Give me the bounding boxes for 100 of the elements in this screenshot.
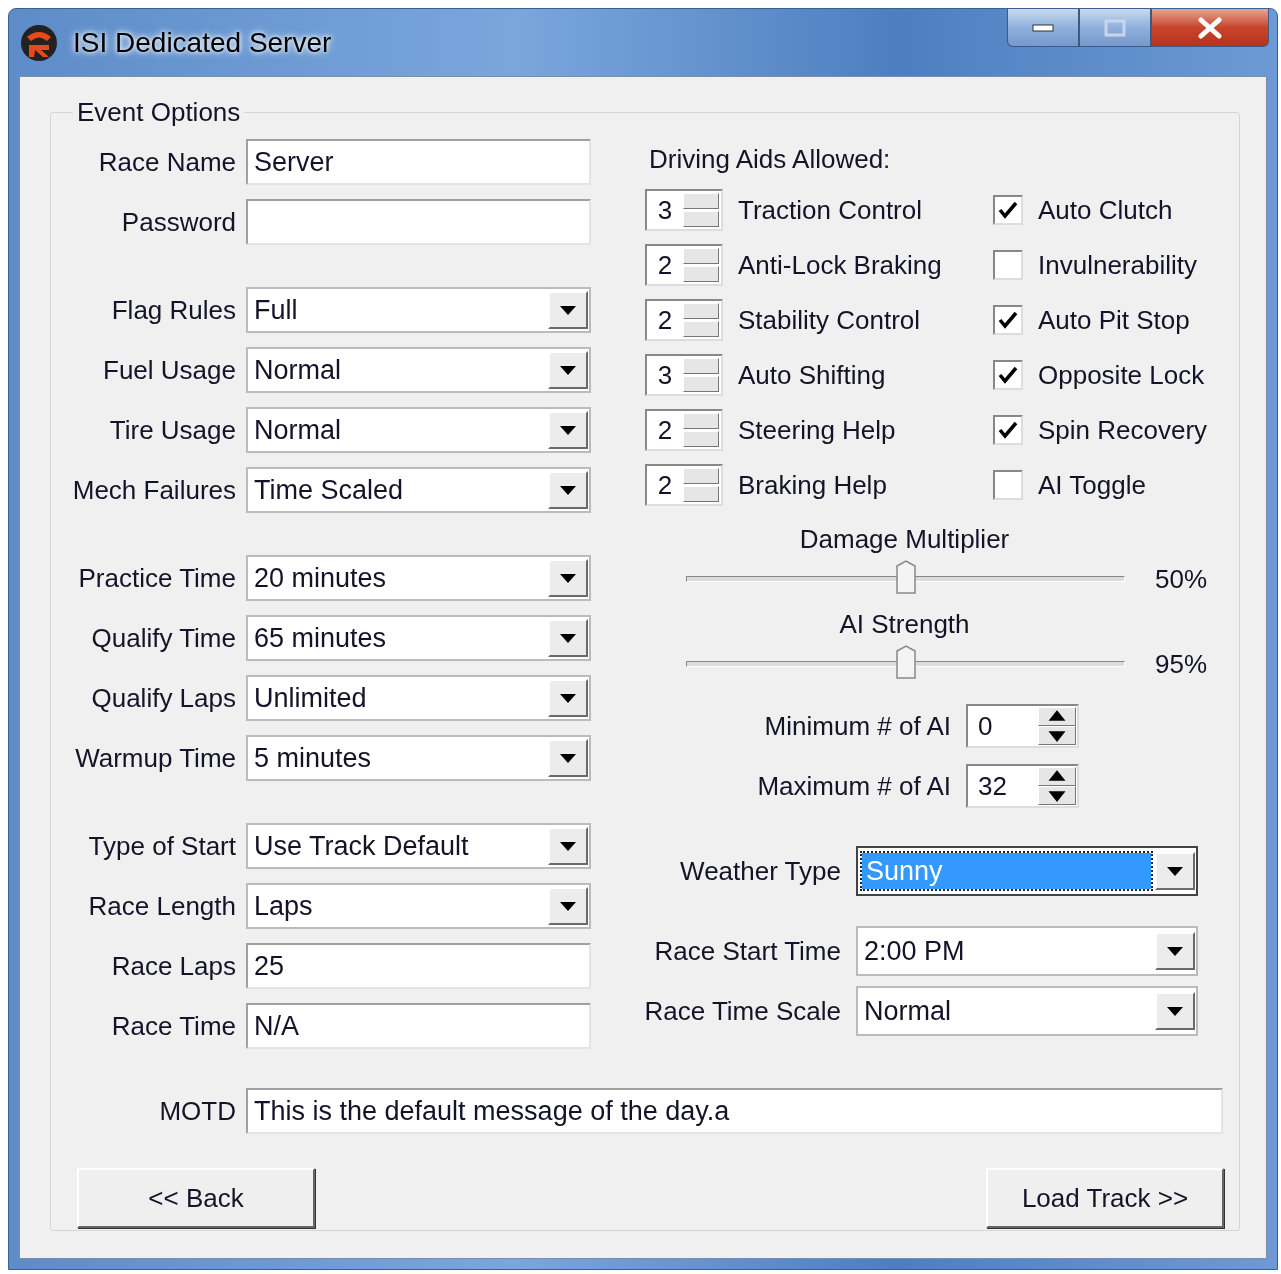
- dropdown-button[interactable]: [548, 887, 588, 925]
- spinner-field[interactable]: 2: [645, 464, 723, 506]
- dropdown-button[interactable]: [548, 411, 588, 449]
- text-field[interactable]: N/A: [246, 1003, 591, 1049]
- dropdown-field[interactable]: Laps: [246, 883, 591, 929]
- close-button[interactable]: [1151, 9, 1269, 47]
- dropdown-field[interactable]: Unlimited: [246, 675, 591, 721]
- dropdown-field[interactable]: 5 minutes: [246, 735, 591, 781]
- dialog-button[interactable]: Load Track >>: [986, 1168, 1224, 1228]
- dropdown-arrow-icon: [560, 305, 576, 315]
- dropdown-button[interactable]: [548, 291, 588, 329]
- checkbox-label: Spin Recovery: [1038, 414, 1209, 446]
- field-label: Qualify Laps: [90, 682, 236, 714]
- text-field[interactable]: Server: [246, 139, 591, 185]
- field-label: Password: [120, 206, 236, 238]
- dropdown-field[interactable]: 65 minutes: [246, 615, 591, 661]
- slider-value: 50%: [1155, 563, 1208, 595]
- dropdown-button[interactable]: [1155, 932, 1195, 970]
- app-logo-icon: [19, 22, 59, 63]
- dropdown-arrow-icon: [1167, 946, 1183, 956]
- field-label: Race Start Time: [653, 935, 841, 967]
- field-label: Qualify Time: [90, 622, 236, 654]
- checkbox[interactable]: [993, 360, 1023, 390]
- field-label: Fuel Usage: [102, 354, 236, 386]
- field-label: Race Time Scale: [643, 995, 841, 1027]
- field-label: Minimum # of AI: [763, 710, 951, 742]
- checkmark-icon: [998, 421, 1018, 439]
- field-label: Maximum # of AI: [756, 770, 951, 802]
- spinner-label: Stability Control: [738, 304, 922, 336]
- checkbox[interactable]: [993, 415, 1023, 445]
- field-label: Race Time: [110, 1010, 236, 1042]
- checkbox[interactable]: [993, 305, 1023, 335]
- minimize-button[interactable]: [1007, 9, 1079, 47]
- field-label: Warmup Time: [74, 742, 236, 774]
- dropdown-button[interactable]: [548, 739, 588, 777]
- checkbox[interactable]: [993, 470, 1023, 500]
- dropdown-arrow-icon: [1167, 1006, 1183, 1016]
- text-field[interactable]: [246, 199, 591, 245]
- field-label: Race Length: [87, 890, 236, 922]
- field-label: MOTD: [158, 1095, 236, 1127]
- dropdown-button[interactable]: [548, 619, 588, 657]
- number-spinner-field[interactable]: 0: [966, 704, 1079, 748]
- spinner-label: Anti-Lock Braking: [738, 249, 943, 281]
- dropdown-button[interactable]: [548, 351, 588, 389]
- dropdown-field[interactable]: Full: [246, 287, 591, 333]
- checkbox-label: AI Toggle: [1038, 469, 1147, 501]
- dropdown-field[interactable]: Normal: [246, 407, 591, 453]
- dropdown-button[interactable]: [1155, 992, 1195, 1030]
- dropdown-field[interactable]: 20 minutes: [246, 555, 591, 601]
- spinner-field[interactable]: 2: [645, 244, 723, 286]
- number-spinner-field[interactable]: 32: [966, 764, 1079, 808]
- text-field[interactable]: This is the default message of the day.a: [246, 1088, 1223, 1134]
- spinner-label: Braking Help: [738, 469, 888, 501]
- dropdown-field[interactable]: Time Scaled: [246, 467, 591, 513]
- checkbox-label: Invulnerability: [1038, 249, 1198, 281]
- checkbox-label: Opposite Lock: [1038, 359, 1206, 391]
- maximize-button[interactable]: [1079, 9, 1151, 47]
- text-field[interactable]: 25: [246, 943, 591, 989]
- spinner-field[interactable]: 2: [645, 409, 723, 451]
- spinner-arrows-icon[interactable]: [1038, 767, 1076, 805]
- spinner-field[interactable]: 3: [645, 189, 723, 231]
- dropdown-button[interactable]: [548, 471, 588, 509]
- dropdown-field[interactable]: Use Track Default: [246, 823, 591, 869]
- dropdown-field[interactable]: 2:00 PM: [856, 926, 1198, 976]
- checkbox-label: Auto Clutch: [1038, 194, 1174, 226]
- dropdown-arrow-icon: [560, 633, 576, 643]
- dropdown-button[interactable]: [548, 827, 588, 865]
- dropdown-arrow-icon: [1167, 866, 1183, 876]
- spinner-label: Auto Shifting: [738, 359, 887, 391]
- dropdown-arrow-icon: [560, 753, 576, 763]
- field-label: Weather Type: [679, 855, 841, 887]
- checkmark-icon: [998, 366, 1018, 384]
- spinner-field[interactable]: 3: [645, 354, 723, 396]
- spinner-label: Steering Help: [738, 414, 897, 446]
- dialog-button[interactable]: << Back: [77, 1168, 315, 1228]
- slider-label: AI Strength: [838, 609, 971, 640]
- maximize-icon: [1104, 18, 1126, 37]
- dropdown-field[interactable]: Normal: [246, 347, 591, 393]
- checkbox[interactable]: [993, 195, 1023, 225]
- field-label: Race Name: [97, 146, 236, 178]
- dropdown-button[interactable]: [548, 679, 588, 717]
- field-label: Mech Failures: [71, 474, 236, 506]
- checkmark-icon: [998, 311, 1018, 329]
- dropdown-field[interactable]: Normal: [856, 986, 1198, 1036]
- close-icon: [1197, 16, 1223, 39]
- slider-thumb[interactable]: [895, 645, 916, 679]
- checkmark-icon: [998, 201, 1018, 219]
- field-label: Practice Time: [77, 562, 236, 594]
- dropdown-arrow-icon: [560, 485, 576, 495]
- dropdown-button[interactable]: [1155, 852, 1195, 890]
- checkbox[interactable]: [993, 250, 1023, 280]
- spinner-label: Traction Control: [738, 194, 923, 226]
- dropdown-arrow-icon: [560, 901, 576, 911]
- dropdown-arrow-icon: [560, 365, 576, 375]
- spinner-arrows-icon[interactable]: [1038, 707, 1076, 745]
- slider-thumb[interactable]: [895, 560, 916, 594]
- dropdown-arrow-icon: [560, 425, 576, 435]
- spinner-field[interactable]: 2: [645, 299, 723, 341]
- dropdown-button[interactable]: [548, 559, 588, 597]
- slider-value: 95%: [1155, 648, 1208, 680]
